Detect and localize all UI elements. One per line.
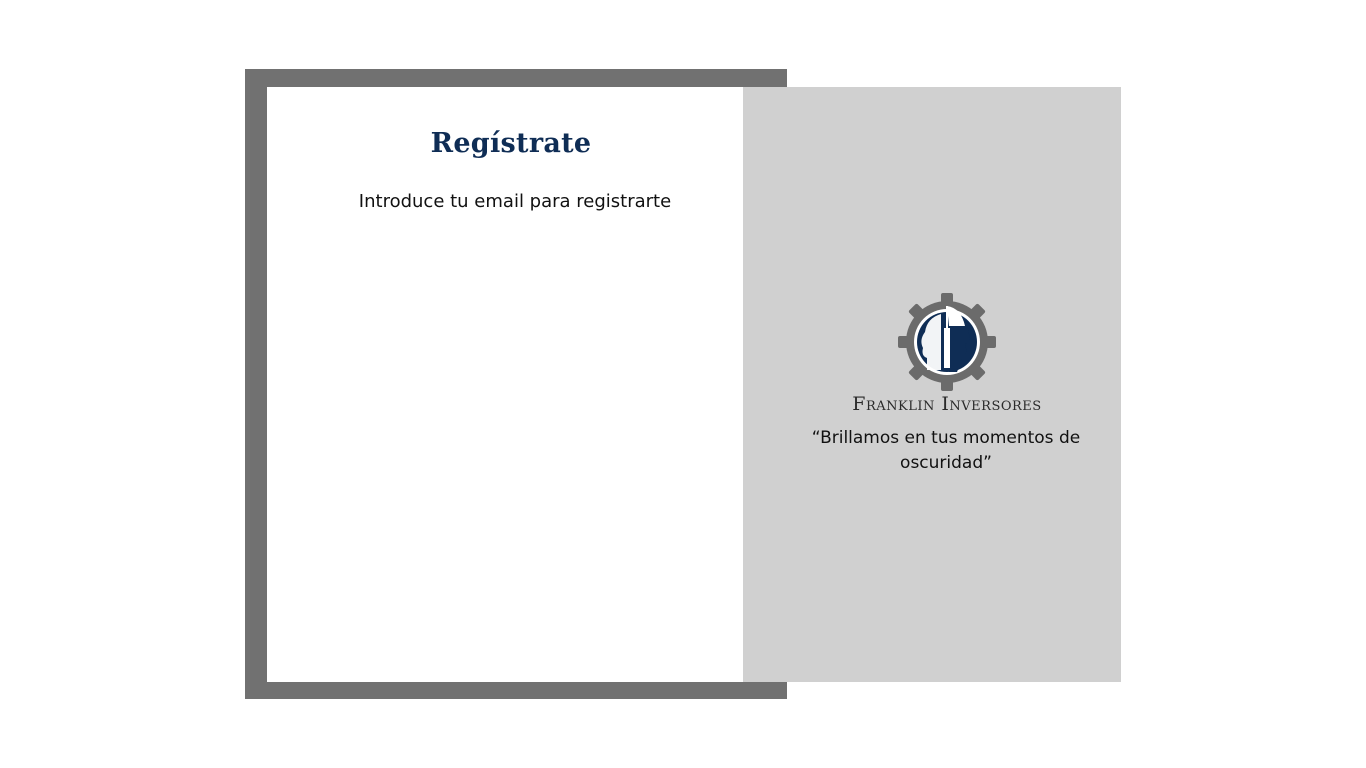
register-page: Regístrate Introduce tu email para regis…: [0, 0, 1366, 768]
franklin-logo-icon: [898, 293, 996, 391]
brand-name: Franklin Inversores: [852, 393, 1042, 415]
brand-slogan: “Brillamos en tus momentos de oscuridad”: [811, 428, 1081, 473]
form-subtitle: Introduce tu email para registrarte: [358, 191, 672, 212]
register-form-panel: [267, 87, 743, 682]
